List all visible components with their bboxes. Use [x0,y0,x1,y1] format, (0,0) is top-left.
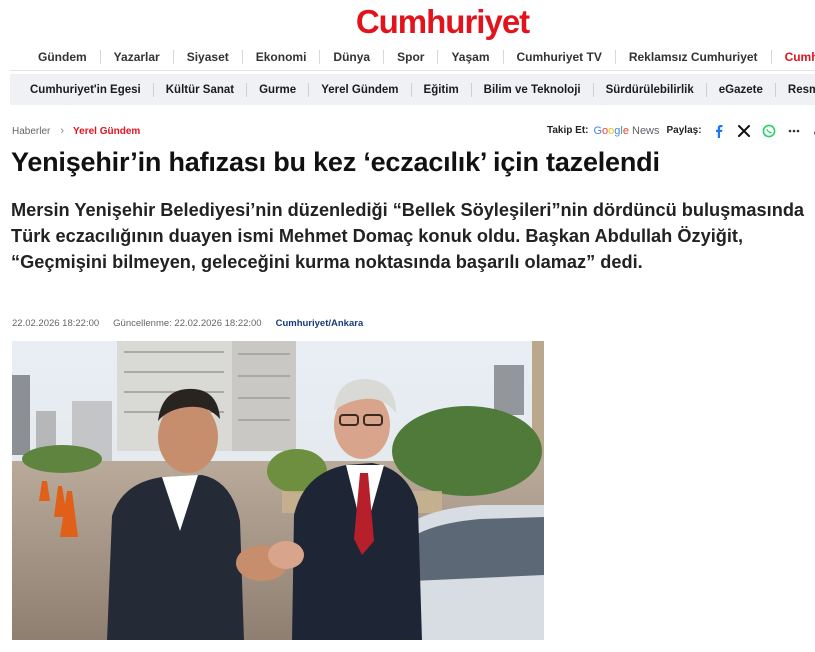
breadcrumb-category[interactable]: Yerel Gündem [73,126,140,137]
nav-item-spor[interactable]: Spor [383,49,437,64]
publish-date: 22.02.2026 18:22:00 [12,318,100,329]
subnav-item-ege[interactable]: Cumhuriyet'in Egesi [10,83,153,97]
subnav-item-egazete[interactable]: eGazete [705,82,775,97]
follow-share-bar: Takip Et: Google News Paylaş: [547,122,815,139]
nav-item-cumhuriyet-tv[interactable]: Cumhuriyet TV [502,49,615,64]
share-label: Paylaş: [666,125,702,136]
nav-item-ekonomi[interactable]: Ekonomi [241,49,320,64]
breadcrumb-home[interactable]: Haberler [12,126,50,137]
article-photo [12,341,544,640]
primary-nav: Gündem Yazarlar Siyaset Ekonomi Dünya Sp… [10,43,815,71]
google-news-label: News [632,124,660,137]
subnav-item-gurme[interactable]: Gurme [246,82,308,97]
subnav-item-kultur-sanat[interactable]: Kültür Sanat [152,82,246,97]
breadcrumb-separator: › [60,125,65,137]
subnav-item-resm[interactable]: Resm [774,82,815,97]
article-meta: 22.02.2026 18:22:00 Güncellenme: 22.02.2… [12,318,363,329]
secondary-nav: Cumhuriyet'in Egesi Kültür Sanat Gurme Y… [10,74,815,105]
subnav-item-surdurulebilirlik[interactable]: Sürdürülebilirlik [592,82,706,97]
more-icon[interactable] [787,124,801,138]
article-summary: Mersin Yenişehir Belediyesi’nin düzenled… [11,200,805,272]
article-title: Yenişehir’in hafızası bu kez ‘eczacılık’… [11,147,660,177]
subnav-item-egitim[interactable]: Eğitim [410,82,471,97]
nav-item-gundem[interactable]: Gündem [10,50,100,64]
facebook-icon[interactable] [712,124,726,138]
google-letter: G [593,124,603,137]
subnav-item-yerel-gundem[interactable]: Yerel Gündem [308,82,410,97]
follow-label: Takip Et: [547,125,589,136]
google-letter: e [622,124,629,137]
nav-item-dunya[interactable]: Dünya [319,49,383,64]
article-source[interactable]: Cumhuriyet/Ankara [276,318,364,329]
nav-item-yazarlar[interactable]: Yazarlar [99,49,173,64]
link-icon[interactable] [812,124,815,138]
nav-item-siyaset[interactable]: Siyaset [172,49,242,64]
nav-item-cumhuriyete[interactable]: Cumhuriyete [770,49,815,64]
site-logo[interactable]: Cumhuriyet [0,3,815,41]
update-date: Güncellenme: 22.02.2026 18:22:00 [113,318,262,329]
breadcrumb: Haberler › Yerel Gündem [12,125,140,137]
x-icon[interactable] [737,124,751,138]
google-news-link[interactable]: Google News [593,125,659,137]
nav-item-reklamsiz[interactable]: Reklamsız Cumhuriyet [614,49,771,64]
nav-item-yasam[interactable]: Yaşam [437,49,502,64]
subnav-item-bilim-teknoloji[interactable]: Bilim ve Teknoloji [470,82,593,97]
whatsapp-icon[interactable] [762,124,776,138]
